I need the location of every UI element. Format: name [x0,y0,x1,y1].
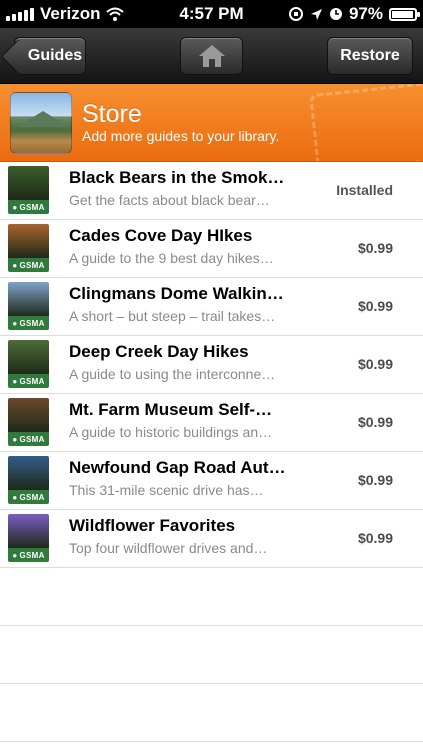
gsma-badge: ● GSMA [8,548,49,562]
guide-price[interactable]: $0.99 [358,356,393,372]
gsma-badge: ● GSMA [8,200,49,214]
guide-title: Black Bears in the Smok… [69,168,285,187]
status-bar: Verizon 4:57 PM 97% [0,0,423,28]
guide-thumbnail: ● GSMA [8,166,49,214]
back-button-label: Guides [27,47,83,64]
location-icon [310,8,322,20]
guide-photo [8,514,49,548]
restore-button-label: Restore [340,47,400,64]
guide-description: A guide to historic buildings an… [69,424,273,440]
badge-label: GSMA [19,202,45,212]
guide-description: A guide to the 9 best day hikes… [69,250,274,266]
guide-description: This 31-mile scenic drive has… [69,482,264,498]
guides-back-button[interactable]: Guides [14,37,86,75]
guide-row[interactable]: ● GSMA Black Bears in the Smok… Get the fac… [0,162,423,220]
empty-row [0,626,423,684]
guide-thumbnail: ● GSMA [8,398,49,446]
guide-title: Deep Creek Day Hikes [69,342,249,361]
guide-list: ● GSMA Black Bears in the Smok… Get the fac… [0,162,423,742]
badge-label: GSMA [19,318,45,328]
guide-photo [8,166,49,200]
badge-label: GSMA [19,260,45,270]
store-title: Store [82,100,142,128]
guide-description: Get the facts about black bear… [69,192,270,208]
gsma-badge: ● GSMA [8,316,49,330]
guide-price[interactable]: $0.99 [358,472,393,488]
guide-title: Clingmans Dome Walkin… [69,284,284,303]
badge-label: GSMA [19,550,45,560]
gsma-badge: ● GSMA [8,374,49,388]
paw-icon: ● [12,202,18,212]
restore-button[interactable]: Restore [327,37,413,75]
guide-row[interactable]: ● GSMA Wildflower Favorites Top four wildfl… [0,510,423,568]
paw-icon: ● [12,318,18,328]
home-icon [198,45,225,67]
paw-icon: ● [12,434,18,444]
gsma-badge: ● GSMA [8,490,49,504]
store-banner: Store Add more guides to your library. [0,84,423,162]
guide-title: Wildflower Favorites [69,516,236,535]
guide-title: Mt. Farm Museum Self-… [69,400,273,419]
empty-row [0,684,423,742]
badge-label: GSMA [19,434,45,444]
guide-row[interactable]: ● GSMA Clingmans Dome Walkin… A short – but… [0,278,423,336]
stamp-decoration [309,84,423,161]
badge-label: GSMA [19,376,45,386]
guide-photo [8,456,49,490]
guide-thumbnail: ● GSMA [8,282,49,330]
guide-row[interactable]: ● GSMA Newfound Gap Road Aut… This 31-mile … [0,452,423,510]
guide-thumbnail: ● GSMA [8,456,49,504]
badge-label: GSMA [19,492,45,502]
guide-title: Cades Cove Day HIkes [69,226,253,245]
guide-description: Top four wildflower drives and… [69,540,268,556]
guide-price[interactable]: $0.99 [358,414,393,430]
guide-photo [8,398,49,432]
guide-description: A short – but steep – trail takes… [69,308,276,324]
guide-price[interactable]: $0.99 [358,298,393,314]
guide-thumbnail: ● GSMA [8,224,49,272]
guide-photo [8,340,49,374]
guide-photo [8,282,49,316]
gsma-badge: ● GSMA [8,258,49,272]
paw-icon: ● [12,492,18,502]
gsma-badge: ● GSMA [8,432,49,446]
alarm-icon [329,8,342,20]
battery-icon [389,7,420,21]
empty-row [0,568,423,626]
store-subtitle: Add more guides to your library. [82,128,280,144]
guide-title: Newfound Gap Road Aut… [69,458,286,477]
guide-row[interactable]: ● GSMA Cades Cove Day HIkes A guide to the … [0,220,423,278]
guide-photo [8,224,49,258]
paw-icon: ● [12,376,18,386]
navigation-bar: Guides Restore [0,28,423,84]
guide-price[interactable]: $0.99 [358,530,393,546]
paw-icon: ● [12,550,18,560]
store-landscape-image [10,92,72,154]
guide-description: A guide to using the interconne… [69,366,276,382]
guide-thumbnail: ● GSMA [8,514,49,562]
guide-price[interactable]: $0.99 [358,240,393,256]
guide-row[interactable]: ● GSMA Deep Creek Day Hikes A guide to usin… [0,336,423,394]
home-button[interactable] [180,37,243,75]
guide-price: Installed [336,182,393,198]
guide-thumbnail: ● GSMA [8,340,49,388]
rotation-lock-icon [288,7,303,21]
battery-percent: 97% [348,4,383,23]
guide-row[interactable]: ● GSMA Mt. Farm Museum Self-… A guide to hi… [0,394,423,452]
paw-icon: ● [12,260,18,270]
